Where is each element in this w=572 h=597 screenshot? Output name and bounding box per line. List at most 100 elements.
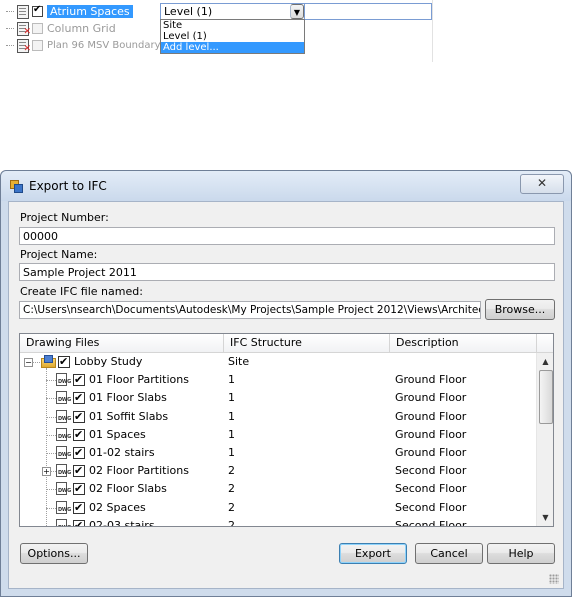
dwg-file-icon: DWG [56, 427, 72, 442]
row-checkbox[interactable] [73, 480, 85, 498]
description-value[interactable]: Ground Floor [395, 426, 466, 444]
description-value[interactable]: Second Floor [395, 480, 466, 498]
row-checkbox[interactable] [73, 426, 85, 444]
row-checkbox[interactable] [73, 517, 85, 526]
description-value[interactable]: Second Floor [395, 517, 466, 526]
scroll-up-icon[interactable]: ▲ [537, 353, 553, 370]
tree-connector [46, 398, 56, 400]
ifc-structure-value[interactable]: 2 [228, 499, 235, 517]
cancel-button-label: Cancel [430, 547, 468, 560]
tree-connector [46, 489, 56, 491]
row-checkbox[interactable] [58, 353, 70, 371]
description-value[interactable]: Ground Floor [395, 389, 466, 407]
help-button[interactable]: Help [487, 543, 555, 564]
ifc-structure-value[interactable]: 1 [228, 426, 235, 444]
row-checkbox[interactable] [73, 408, 85, 426]
table-row[interactable]: DWG 01 Spaces 1 Ground Floor [20, 426, 536, 444]
drawing-unavailable-icon: ✕ [16, 39, 31, 54]
row-checkbox[interactable] [73, 389, 85, 407]
layer-row-plan-boundary[interactable]: ✕ Plan 96 MSV Boundary [6, 37, 161, 54]
project-name-label: Project Name: [20, 248, 98, 261]
ifc-structure-value[interactable]: 1 [228, 408, 235, 426]
table-row[interactable]: + DWG 02 Floor Partitions 2 Second Floor [20, 462, 536, 480]
drawing-name: 02 Floor Partitions [89, 464, 189, 478]
ifc-structure-value[interactable]: 2 [228, 517, 235, 526]
level-dropdown-list: Site Level (1) Add level... [160, 19, 305, 54]
table-row[interactable]: DWG 01 Floor Slabs 1 Ground Floor [20, 389, 536, 407]
export-button-label: Export [354, 547, 391, 560]
layer-row-atrium-spaces[interactable]: Atrium Spaces [6, 3, 133, 20]
drawing-name: 02 Spaces [89, 500, 146, 514]
dropdown-option[interactable]: Level (1) [161, 31, 304, 42]
tree-connector [46, 525, 56, 526]
drawing-name: 02 Floor Slabs [89, 482, 167, 496]
description-value[interactable]: Ground Floor [395, 444, 466, 462]
vertical-scrollbar[interactable]: ▲ ▼ [536, 353, 553, 526]
row-checkbox[interactable] [73, 499, 85, 517]
resize-grip-icon[interactable] [549, 574, 559, 584]
ifc-structure-value[interactable]: Site [228, 353, 249, 371]
export-button[interactable]: Export [339, 543, 407, 564]
description-value[interactable]: Second Floor [395, 462, 466, 480]
row-checkbox[interactable] [73, 371, 85, 389]
layer-row-column-grid[interactable]: ✕ Column Grid [6, 20, 116, 37]
project-number-field[interactable]: 00000 [19, 227, 555, 245]
drawing-name: 01 Floor Slabs [89, 391, 167, 405]
ifc-structure-value[interactable]: 1 [228, 389, 235, 407]
ifc-file-label: Create IFC file named: [20, 285, 143, 298]
dwg-file-icon: DWG [56, 373, 72, 387]
row-checkbox[interactable] [73, 462, 85, 480]
title-bar[interactable]: Export to IFC ✕ [1, 171, 571, 201]
table-row[interactable]: DWG 01 Soffit Slabs 1 Ground Floor [20, 408, 536, 426]
table-row[interactable]: DWG 02 Spaces 2 Second Floor [20, 499, 536, 517]
drawing-name: Lobby Study [74, 355, 143, 368]
dwg-file-icon: DWG [56, 500, 72, 515]
export-ifc-dialog: Export to IFC ✕ Project Number: 00000 Pr… [0, 170, 572, 597]
options-button[interactable]: Options... [20, 543, 88, 564]
ifc-structure-value[interactable]: 2 [228, 480, 235, 498]
table-row[interactable]: DWG 02-03 stairs 2 Second Floor [20, 517, 536, 526]
layer-checkbox[interactable] [32, 40, 43, 51]
description-value[interactable]: Second Floor [395, 499, 466, 517]
column-header-ifc-structure[interactable]: IFC Structure [224, 334, 390, 352]
description-value[interactable]: Ground Floor [395, 371, 466, 389]
tree-connector [6, 27, 14, 30]
dwg-file-icon: DWG [56, 391, 72, 405]
layer-label: Atrium Spaces [47, 5, 133, 18]
level-combo[interactable]: Level (1) ▼ [160, 3, 305, 20]
layer-label: Plan 96 MSV Boundary [47, 40, 161, 51]
dropdown-arrow-icon[interactable]: ▼ [290, 4, 304, 19]
level-combo-value: Level (1) [164, 5, 213, 18]
row-checkbox[interactable] [73, 444, 85, 462]
browse-button[interactable]: Browse... [485, 299, 555, 320]
adjacent-cell[interactable] [304, 3, 432, 20]
layer-checkbox[interactable] [32, 4, 43, 17]
close-button[interactable]: ✕ [520, 174, 564, 194]
options-button-label: Options... [27, 547, 81, 560]
drawing-files-grid[interactable]: Drawing Files IFC Structure Description … [19, 333, 554, 527]
column-header-drawing-files[interactable]: Drawing Files [20, 334, 224, 352]
dwg-file-icon: DWG [56, 464, 72, 478]
ifc-file-path-field[interactable]: C:\Users\nsearch\Documents\Autodesk\My P… [19, 301, 481, 319]
tree-connector [46, 380, 56, 382]
project-name-field[interactable]: Sample Project 2011 [19, 263, 555, 281]
ifc-structure-value[interactable]: 1 [228, 371, 235, 389]
dropdown-option[interactable]: Site [161, 20, 304, 31]
ifc-structure-value[interactable]: 2 [228, 462, 235, 480]
cancel-button[interactable]: Cancel [415, 543, 483, 564]
dialog-client-area: Project Number: 00000 Project Name: Samp… [8, 201, 564, 589]
drawing-icon [16, 5, 29, 19]
drawing-name: 01 Spaces [89, 427, 146, 441]
scroll-thumb[interactable] [539, 370, 553, 424]
table-row-root[interactable]: − Lobby Study Site [20, 353, 536, 371]
table-row[interactable]: DWG 02 Floor Slabs 2 Second Floor [20, 480, 536, 498]
table-row[interactable]: DWG 01 Floor Partitions 1 Ground Floor [20, 371, 536, 389]
scroll-down-icon[interactable]: ▼ [537, 509, 553, 526]
table-row[interactable]: DWG 01-02 stairs 1 Ground Floor [20, 444, 536, 462]
ifc-structure-value[interactable]: 1 [228, 444, 235, 462]
layer-checkbox[interactable] [32, 23, 43, 34]
column-header-description[interactable]: Description [390, 334, 537, 352]
layer-combo-snippet: Atrium Spaces ✕ Column Grid ✕ Plan 96 MS… [0, 0, 433, 62]
dropdown-option-add-level[interactable]: Add level... [161, 42, 304, 53]
description-value[interactable]: Ground Floor [395, 408, 466, 426]
